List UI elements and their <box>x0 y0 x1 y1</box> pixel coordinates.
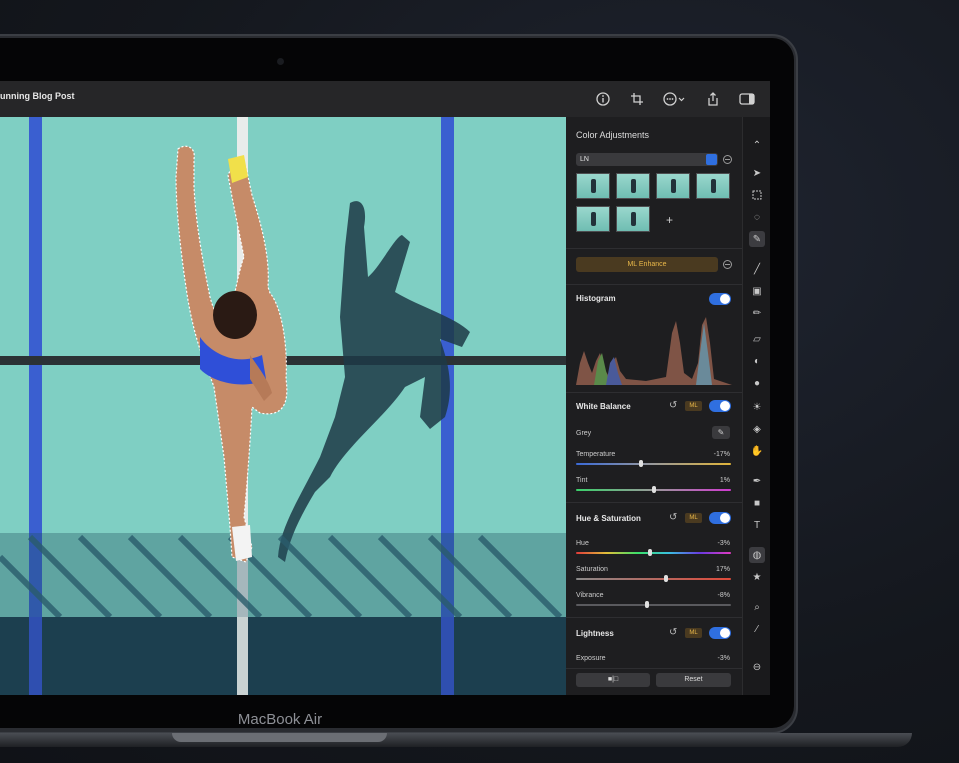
preset-thumbnail[interactable] <box>576 173 610 199</box>
ml-badge[interactable]: ML <box>685 401 702 411</box>
sidebar-icon[interactable] <box>738 90 756 108</box>
zoom-icon[interactable]: ⌕ <box>749 599 765 615</box>
vibrance-slider[interactable] <box>576 604 731 606</box>
white-balance-toggle[interactable] <box>709 400 731 412</box>
star-icon[interactable]: ★ <box>749 569 765 585</box>
tools-sidebar: ⌃ ➤ ◌ ✎ ╱ ▣ ✏ ▱ ◐ ● ☀ ◈ ✋ ✒ ■ T ◍ ★ ⌕ ⁄ … <box>742 117 770 695</box>
saturation-slider[interactable] <box>576 578 731 580</box>
eraser-icon[interactable]: ▱ <box>749 331 765 347</box>
pencil-icon[interactable]: ✏ <box>749 305 765 321</box>
histogram-toggle[interactable] <box>709 293 731 305</box>
temperature-slider-knob[interactable] <box>639 460 644 467</box>
hue-slider[interactable] <box>576 552 731 554</box>
reset-icon[interactable]: ↺ <box>669 401 679 411</box>
preset-thumbnail[interactable] <box>616 206 650 232</box>
device-brand: MacBook Air <box>237 711 323 728</box>
title-bar: unning Blog Post <box>0 81 770 117</box>
divider <box>566 248 742 249</box>
tint-value: 1% <box>719 477 730 484</box>
preset-thumbnail[interactable] <box>656 173 690 199</box>
text-icon[interactable]: T <box>749 517 765 533</box>
lightness-title: Lightness <box>576 629 614 638</box>
exposure-value: -3% <box>717 655 730 662</box>
retouch-icon[interactable]: ◍ <box>749 547 765 563</box>
smudge-icon[interactable]: ◈ <box>749 421 765 437</box>
image-canvas[interactable] <box>0 117 566 695</box>
divider <box>566 392 742 393</box>
vibrance-label: Vibrance <box>576 592 604 599</box>
shape-icon[interactable]: ■ <box>749 495 765 511</box>
saturation-value: 17% <box>715 566 730 573</box>
ml-badge[interactable]: ML <box>685 628 702 638</box>
ml-enhance-button[interactable]: ML Enhance <box>576 257 718 272</box>
remove-ml-enhance-icon[interactable] <box>723 260 732 269</box>
add-preset-button[interactable]: + <box>666 213 673 227</box>
laptop-notch <box>172 733 387 742</box>
chevron-updown-icon <box>706 154 717 165</box>
arrange-icon[interactable]: ⌃ <box>749 137 765 153</box>
tint-label: Tint <box>576 477 588 484</box>
hue-value: -3% <box>717 540 730 547</box>
temperature-value: -17% <box>713 451 730 458</box>
preset-thumbnail[interactable] <box>696 173 730 199</box>
photo-running-athlete <box>0 117 566 695</box>
laptop-base <box>0 733 912 747</box>
share-icon[interactable] <box>704 90 722 108</box>
lightness-toggle[interactable] <box>709 627 731 639</box>
grey-label: Grey <box>576 430 592 437</box>
divider <box>566 668 742 669</box>
eyedropper-icon[interactable]: ⁄ <box>749 621 765 637</box>
info-icon[interactable] <box>594 90 612 108</box>
temperature-label: Temperature <box>576 451 616 458</box>
lasso-icon[interactable]: ◌ <box>749 209 765 225</box>
color-adjust-icon[interactable]: ◐ <box>749 353 765 369</box>
histogram-title: Histogram <box>576 294 616 303</box>
reset-icon[interactable]: ↺ <box>669 513 679 523</box>
remove-preset-icon[interactable] <box>723 155 732 164</box>
histogram-chart <box>576 317 732 385</box>
hue-saturation-toggle[interactable] <box>709 512 731 524</box>
preset-select[interactable]: LN <box>576 153 718 166</box>
preset-thumbnail[interactable] <box>576 206 610 232</box>
quick-select-icon[interactable]: ✎ <box>749 231 765 247</box>
light-icon[interactable]: ☀ <box>749 399 765 415</box>
preset-thumbnail[interactable] <box>616 173 650 199</box>
ml-badge[interactable]: ML <box>685 513 702 523</box>
vibrance-value: -8% <box>717 592 730 599</box>
vibrance-slider-knob[interactable] <box>645 601 650 608</box>
more-icon[interactable]: ⊖ <box>749 659 765 675</box>
saturation-label: Saturation <box>576 566 608 573</box>
panel-title: Color Adjustments <box>576 130 650 140</box>
temperature-slider[interactable] <box>576 463 731 465</box>
hue-label: Hue <box>576 540 589 547</box>
paint-bucket-icon[interactable]: ▣ <box>749 283 765 299</box>
blur-icon[interactable]: ● <box>749 375 765 391</box>
hand-icon[interactable]: ✋ <box>749 443 765 459</box>
document-title: unning Blog Post <box>0 91 75 101</box>
saturation-slider-knob[interactable] <box>663 575 668 582</box>
tint-slider-knob[interactable] <box>651 486 656 493</box>
app-window: unning Blog Post Color Adjustments LN + … <box>0 81 770 695</box>
white-balance-title: White Balance <box>576 402 631 411</box>
preset-select-value: LN <box>580 156 589 163</box>
color-adjustments-panel: Color Adjustments LN + ML Enhance Histog… <box>566 117 742 695</box>
exposure-label: Exposure <box>576 655 606 662</box>
camera-icon <box>277 58 284 65</box>
divider <box>566 284 742 285</box>
divider <box>566 502 742 503</box>
brush-icon[interactable]: ╱ <box>749 261 765 277</box>
rect-select-icon[interactable] <box>749 187 765 203</box>
more-options-icon[interactable] <box>662 90 688 108</box>
pen-icon[interactable]: ✒ <box>749 473 765 489</box>
hue-saturation-title: Hue & Saturation <box>576 514 641 523</box>
hue-slider-knob[interactable] <box>648 549 653 556</box>
compare-button[interactable]: ■|□ <box>576 673 650 687</box>
crop-icon[interactable] <box>628 90 646 108</box>
reset-button[interactable]: Reset <box>656 673 731 687</box>
reset-icon[interactable]: ↺ <box>669 628 679 638</box>
pointer-icon[interactable]: ➤ <box>749 165 765 181</box>
grey-eyedropper-icon[interactable]: ✎ <box>712 426 730 439</box>
divider <box>566 617 742 618</box>
